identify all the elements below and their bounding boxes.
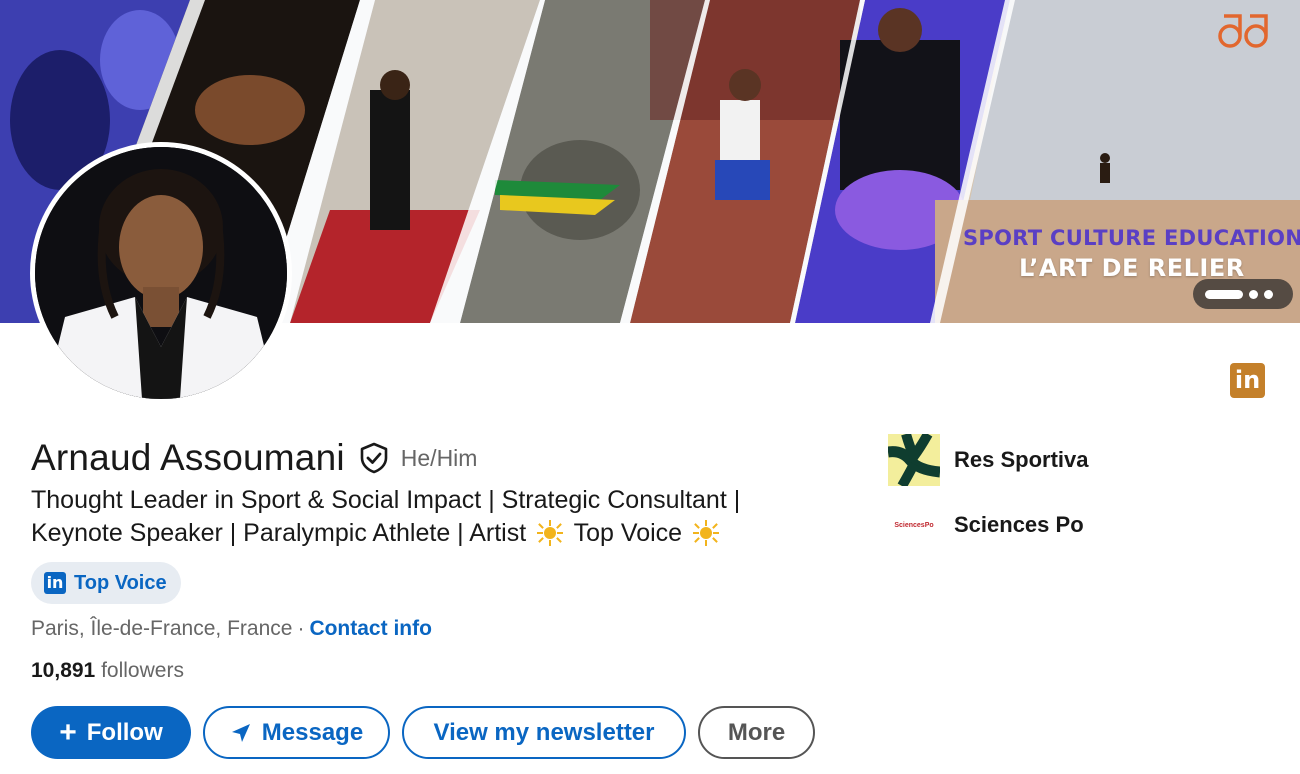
sun-emoji-icon xyxy=(693,520,720,546)
organization-name: Sciences Po xyxy=(954,512,1084,537)
more-button-label: More xyxy=(727,718,786,746)
aa-monogram-logo-icon xyxy=(1218,14,1268,48)
carousel-indicator[interactable] xyxy=(1193,279,1293,309)
separator-dot: · xyxy=(297,617,305,640)
organization-name: Res Sportiva xyxy=(954,447,1089,472)
linkedin-icon: in xyxy=(44,572,66,594)
message-button-label: Message xyxy=(261,718,364,746)
profile-name: Arnaud Assoumani xyxy=(31,437,345,478)
profile-pronouns: He/Him xyxy=(400,444,478,471)
followers-label: followers xyxy=(101,659,184,682)
message-button[interactable]: Message xyxy=(203,706,390,759)
carousel-active-indicator xyxy=(1205,289,1243,299)
profile-location: Paris, Île-de-France, France xyxy=(31,617,293,640)
profile-headline: Thought Leader in Sport & Social Impact … xyxy=(31,484,831,550)
plus-icon: + xyxy=(59,715,77,749)
carousel-dot xyxy=(1264,289,1273,299)
headline-top-voice: Top Voice xyxy=(573,519,683,547)
location-row: Paris, Île-de-France, France · Contact inf… xyxy=(31,617,432,641)
followers-row[interactable]: 10,891 followers xyxy=(31,659,184,683)
res-sportiva-logo-icon xyxy=(888,434,940,486)
linkedin-brand-icon: in xyxy=(1230,363,1265,398)
top-voice-badge[interactable]: in Top Voice xyxy=(31,562,181,604)
banner-tagline-secondary: L’ART DE RELIER xyxy=(1019,254,1245,282)
newsletter-button-label: View my newsletter xyxy=(433,718,655,746)
organization-res-sportiva[interactable]: Res Sportiva xyxy=(888,434,1089,486)
send-icon xyxy=(231,723,250,742)
banner-tagline-primary: SPORT CULTURE EDUCATION xyxy=(963,226,1300,250)
verified-shield-icon[interactable] xyxy=(357,441,391,475)
profile-name-row: Arnaud Assoumani He/Him xyxy=(31,437,477,479)
follow-button-label: Follow xyxy=(86,718,163,746)
view-newsletter-button[interactable]: View my newsletter xyxy=(402,706,686,759)
carousel-dot xyxy=(1249,289,1258,299)
organization-sciences-po[interactable]: SciencesPo Sciences Po xyxy=(888,499,1084,551)
more-button[interactable]: More xyxy=(698,706,815,759)
followers-count: 10,891 xyxy=(31,659,96,682)
profile-photo xyxy=(35,147,287,399)
sun-emoji-icon xyxy=(537,520,564,546)
follow-button[interactable]: + Follow xyxy=(31,706,191,759)
contact-info-link[interactable]: Contact info xyxy=(309,617,431,640)
top-voice-label: Top Voice xyxy=(74,571,167,594)
sciences-po-logo: SciencesPo xyxy=(894,521,934,529)
profile-avatar[interactable] xyxy=(30,142,292,404)
